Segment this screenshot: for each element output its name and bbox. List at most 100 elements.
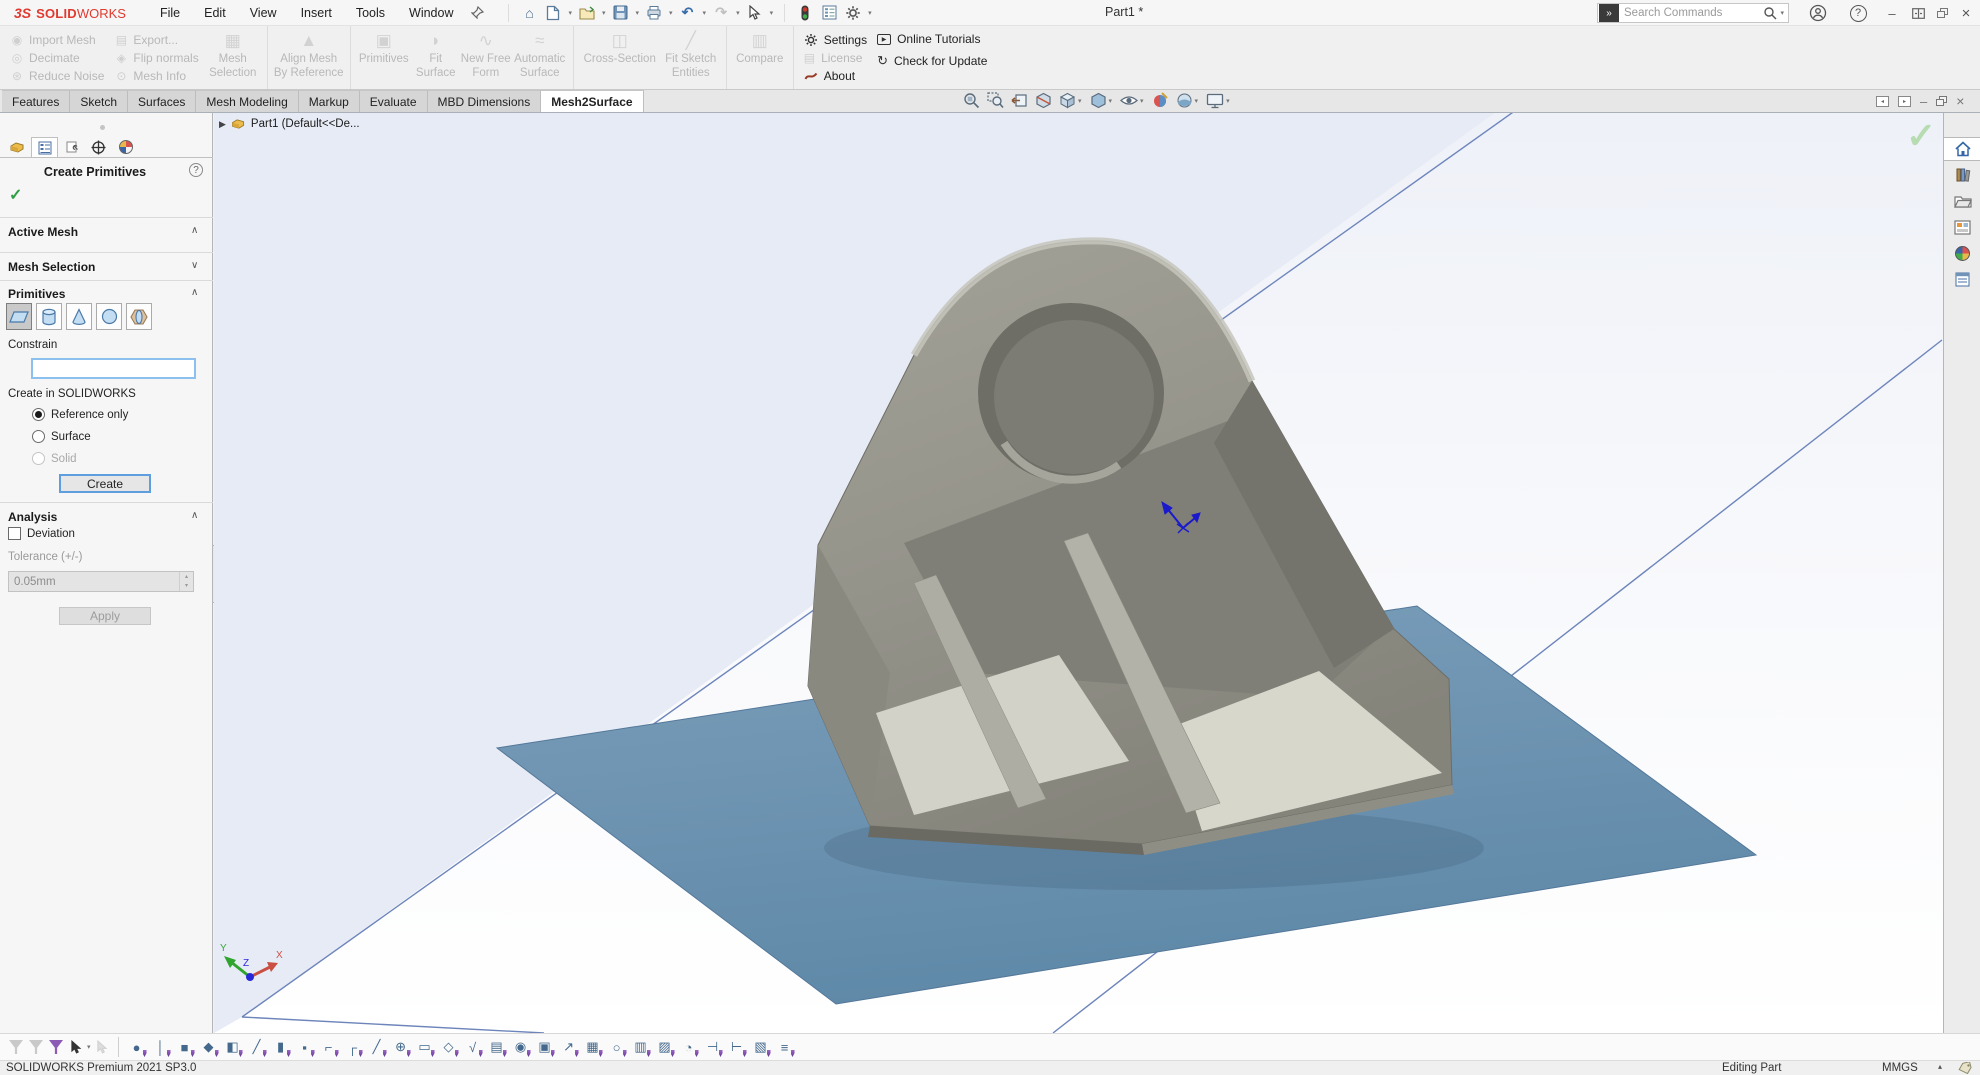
active-mesh-header[interactable]: Active Mesh [8,225,78,239]
display-style-icon[interactable]: ▾ [1090,92,1114,109]
filter-tool-button[interactable]: ⊢ [725,1036,749,1058]
check-for-update-button[interactable]: ↻ Check for Update [877,53,987,69]
options-caret[interactable]: ▾ [868,9,872,17]
pm-ok-button[interactable]: ✓ [9,185,22,205]
view-settings-caret[interactable]: ▾ [1226,97,1230,105]
tab-mesh2surface[interactable]: Mesh2Surface [541,90,644,112]
tab-mbd-dimensions[interactable]: MBD Dimensions [427,90,542,112]
menu-view[interactable]: View [250,6,277,20]
filter-tool-button[interactable]: ■ [173,1036,197,1058]
search-input[interactable] [1619,7,1764,19]
doc-minimize-icon[interactable]: – [1920,94,1927,109]
filter-tool-button[interactable]: ▭ [413,1036,437,1058]
display-style-caret[interactable]: ▾ [1109,97,1113,105]
view-settings-icon[interactable]: ▾ [1206,93,1231,109]
tab-mesh-modeling[interactable]: Mesh Modeling [196,90,299,112]
menu-insert[interactable]: Insert [301,6,332,20]
menu-tools[interactable]: Tools [356,6,385,20]
tolerance-spinner[interactable]: ▴ ▾ [179,572,193,591]
filter-tool-button[interactable]: ▧ [749,1036,773,1058]
undo-icon[interactable]: ↶ [678,3,698,23]
about-button[interactable]: About [804,69,867,83]
select-tool-icon[interactable] [66,1036,86,1058]
deviation-checkbox-row[interactable]: Deviation [8,527,75,540]
filter-tool-button[interactable]: ◧ [221,1036,245,1058]
select-tool-caret[interactable]: ▾ [87,1043,91,1051]
filter-tool-button[interactable]: ≡ [773,1036,797,1058]
filter-magnet-icon[interactable] [49,1040,63,1054]
tab-surfaces[interactable]: Surfaces [128,90,197,112]
tag-icon[interactable] [1958,1062,1972,1074]
search-pane-icon[interactable]: » [1599,4,1619,22]
filter-tool-button[interactable]: ◉ [509,1036,533,1058]
search-icon[interactable] [1763,6,1777,20]
menu-window[interactable]: Window [409,6,453,20]
online-tutorials-button[interactable]: ▶ Online Tutorials [877,32,987,46]
filter-tool-button[interactable]: ↗ [557,1036,581,1058]
hide-show-caret[interactable]: ▾ [1140,97,1144,105]
appearances-scenes-button[interactable] [1944,241,1980,265]
filter-tool-button[interactable]: ○ [605,1036,629,1058]
mesh-selection-chevron-icon[interactable]: ∨ [191,260,198,271]
pane-left-icon[interactable]: ◂ [1876,95,1889,107]
print-icon[interactable] [644,3,664,23]
filter-tool-button[interactable]: ◔ [677,1036,701,1058]
new-document-caret[interactable]: ▾ [568,9,572,17]
tab-markup[interactable]: Markup [298,90,360,112]
filter-tool-button[interactable]: ● [125,1036,149,1058]
radio-solid[interactable]: Solid [32,452,77,465]
pin-icon[interactable] [471,6,485,19]
feature-tree-item[interactable]: ▶ Part1 (Default<<De... [219,118,360,130]
home-icon[interactable]: ⌂ [519,3,539,23]
radio-surface[interactable]: Surface [32,430,91,443]
view-orientation-icon[interactable]: ▾ [1059,92,1083,109]
apply-scene-caret[interactable]: ▾ [1195,97,1199,105]
view-palette-button[interactable] [1944,215,1980,239]
primitive-cone-button[interactable] [66,303,92,330]
filter-tool-button[interactable]: ⊕ [389,1036,413,1058]
select-cursor-icon[interactable] [745,3,765,23]
analysis-chevron-icon[interactable]: ∧ [191,510,198,521]
tolerance-input[interactable] [9,572,179,591]
filter-tool-button[interactable]: ╱ [245,1036,269,1058]
tab-evaluate[interactable]: Evaluate [359,90,428,112]
apply-scene-icon[interactable]: ▾ [1176,92,1200,109]
primitives-chevron-icon[interactable]: ∧ [191,287,198,298]
radio-reference-only[interactable]: Reference only [32,408,128,421]
zoom-to-fit-icon[interactable] [963,92,980,109]
filter-tool-button[interactable]: ▥ [629,1036,653,1058]
hide-show-items-icon[interactable]: ▾ [1120,93,1145,108]
units-label[interactable]: MMGS [1882,1062,1918,1074]
help-icon[interactable]: ? [1846,0,1870,26]
menu-edit[interactable]: Edit [204,6,226,20]
edit-appearance-icon[interactable] [1152,92,1169,109]
filter-tool-button[interactable]: ▮ [269,1036,293,1058]
section-view-icon[interactable] [1035,92,1052,109]
filter-tool-button[interactable]: ┌ [341,1036,365,1058]
filter-tool-button[interactable]: ◇ [437,1036,461,1058]
constrain-input[interactable] [31,358,196,379]
primitive-torus-button[interactable] [126,303,152,330]
options-gear-icon[interactable] [843,3,863,23]
tab-features[interactable]: Features [2,90,71,112]
save-caret[interactable]: ▾ [636,9,640,17]
dimxpert-manager-tab[interactable] [85,137,112,158]
open-icon[interactable] [577,3,597,23]
confirmation-corner-check[interactable]: ✓ [1906,115,1936,157]
filter-tool-button[interactable]: ▣ [533,1036,557,1058]
doc-restore-icon[interactable] [1936,96,1948,106]
filter-tool-button[interactable]: ▪ [293,1036,317,1058]
minimize-icon[interactable]: – [1882,0,1902,26]
feature-manager-tab[interactable] [4,137,31,158]
graphics-viewport[interactable]: Y X Z ▶ Part1 (Default<<De... ✓ [214,113,1943,1033]
analysis-header[interactable]: Analysis [8,510,57,524]
filter-tool-button[interactable]: │ [149,1036,173,1058]
filter-tool-button[interactable]: ▦ [581,1036,605,1058]
filter-tool-button[interactable]: ▤ [485,1036,509,1058]
mesh-selection-header[interactable]: Mesh Selection [8,260,95,274]
settings-button[interactable]: Settings [804,33,867,47]
primitive-cylinder-button[interactable] [36,303,62,330]
select-caret[interactable]: ▾ [770,9,774,17]
custom-properties-button[interactable] [1944,267,1980,291]
panel-drag-handle[interactable] [100,125,105,130]
